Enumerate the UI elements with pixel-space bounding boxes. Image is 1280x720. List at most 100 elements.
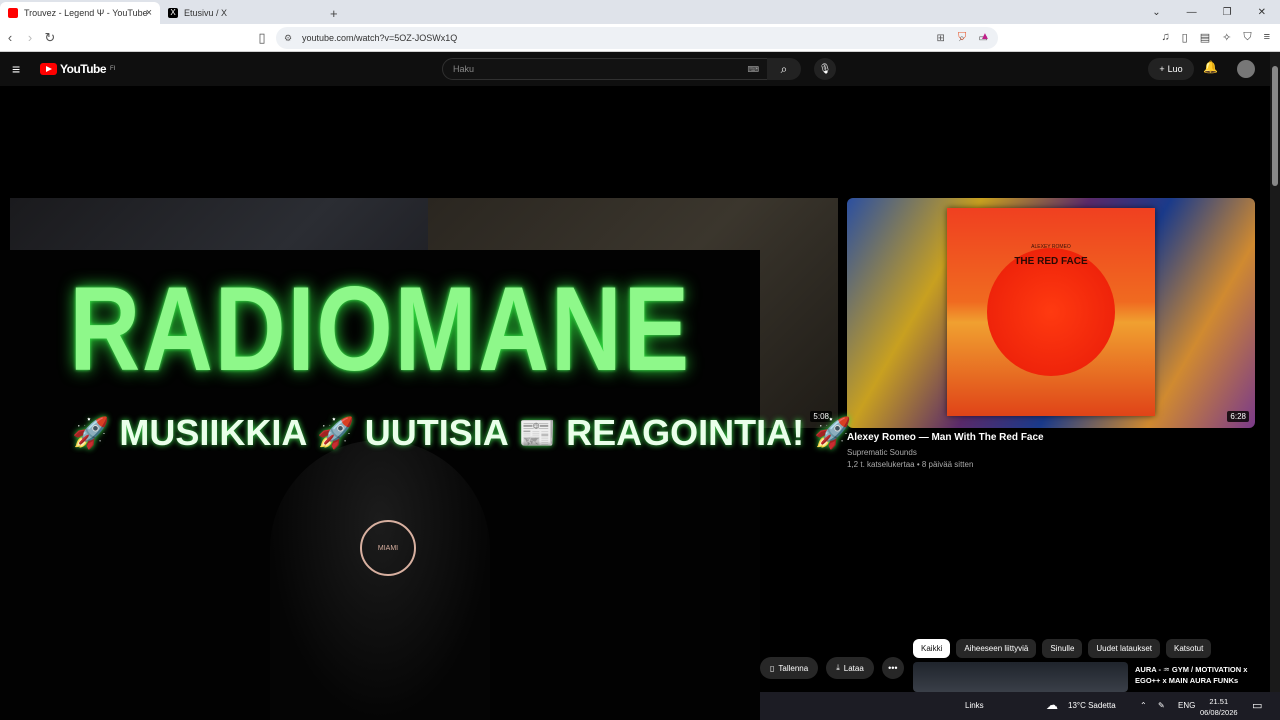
close-icon[interactable]: ✕ [1258,7,1266,18]
youtube-header: ≡ YouTube FI Haku ⌨ ⌕ 🎙 + Luo 🔔 [0,52,1270,86]
save-button[interactable]: ▯ Tallenna [760,657,819,679]
leo-icon[interactable]: ✧ [1222,31,1231,44]
clock-date: 06/08/2026 [1200,708,1238,717]
related-video-thumbnail[interactable] [913,662,1128,692]
video-thumbnail[interactable]: ALEXEY ROMEO THE RED FACE 6:28 [847,198,1255,428]
create-label: Luo [1167,64,1183,74]
clock[interactable]: 21.51 06/08/2026 [1200,696,1238,718]
weather-text[interactable]: 13°C Sadetta [1068,701,1116,710]
close-tab-icon[interactable]: × [146,7,152,19]
avatar[interactable] [1237,60,1255,78]
search-button[interactable]: ⌕ [767,58,801,80]
video-meta: 1,2 t. katselukertaa • 8 päivää sitten [847,460,974,469]
taskbar: Links ☁ 13°C Sadetta ⌃ ✎ ENG 21.51 06/08… [760,692,1280,720]
chip-new[interactable]: Uudet lataukset [1088,639,1160,658]
microphone-icon: 🎙 [818,63,832,75]
youtube-logo[interactable]: YouTube FI [40,62,115,76]
search-input[interactable]: Haku ⌨ [442,58,768,80]
newspaper-icon: 📰 [518,416,557,450]
youtube-favicon-icon [8,8,18,18]
x-favicon-icon: X [168,8,178,18]
vpn-icon[interactable]: ⛉ [1243,31,1251,44]
window-controls: ⌄ — ❐ ✕ [1152,0,1280,24]
channel-name[interactable]: Suprematic Sounds [847,448,917,457]
notification-center-icon[interactable]: ▭ [1252,699,1262,712]
tab-bar: Trouvez - Legend Ψ - YouTube × X Etusivu… [0,0,1280,24]
keyboard-icon[interactable]: ⌨ [747,65,759,74]
youtube-play-icon [40,63,57,75]
tagline-item: UUTISIA [364,412,509,453]
tab-title: Etusivu / X [184,8,228,18]
tab-youtube[interactable]: Trouvez - Legend Ψ - YouTube × [0,2,160,24]
media-icon[interactable]: ♫ [1161,31,1169,44]
toolbar-right: ♫ ▯ ▤ ✧ ⛉ ≡ [1161,31,1270,44]
forward-icon[interactable]: › [20,30,40,45]
tagline-item: REAGOINTIA! [566,412,805,453]
related-video-title[interactable]: AURA - ♒ GYM / MOTIVATION x EGO++ x MAIN… [1135,664,1265,686]
restore-icon[interactable]: ❐ [1223,7,1232,18]
search-placeholder: Haku [453,64,475,74]
clock-time: 21.51 [1209,697,1229,706]
new-tab-button[interactable]: + [330,2,338,24]
bookmark-icon: ▯ [770,663,775,673]
chevron-down-icon[interactable]: ⌄ [1152,7,1160,18]
hamburger-menu-icon[interactable]: ≡ [12,61,20,77]
more-actions-button[interactable]: ••• [881,657,904,679]
rewards-icon[interactable]: ▲ [980,31,990,42]
region-code: FI [110,66,116,72]
page-scrollbar[interactable] [1270,52,1280,692]
overlay-brand: RADIOMANE [69,262,691,396]
url-field[interactable]: ⚙ youtube.com/watch?v=5OZ-JOSWx1Q ⊞ ⌕ ▭ [276,27,998,49]
translate-icon[interactable]: ⊞ [937,33,945,44]
rocket-icon: 🚀 [317,416,355,450]
notifications-bell-icon[interactable]: 🔔 [1203,60,1218,74]
tab-title: Trouvez - Legend Ψ - YouTube [24,8,148,18]
duration-badge: 6:28 [1227,411,1249,422]
chip-for-you[interactable]: Sinulle [1042,639,1083,658]
video-title[interactable]: Alexey Romeo — Man With The Red Face [847,432,1044,443]
pen-icon[interactable]: ✎ [1158,701,1165,710]
url-text: youtube.com/watch?v=5OZ-JOSWx1Q [302,33,458,43]
rocket-icon: 🚀 [814,416,852,450]
site-info-icon[interactable]: ⚙ [284,33,292,44]
download-label: Lataa [843,663,864,673]
streamer-silhouette: MIAMI [270,440,490,720]
tagline-item: MUSIIKKIA [119,412,308,453]
tray-chevron-icon[interactable]: ⌃ [1140,701,1147,710]
download-button[interactable]: ⤓ Lataa [826,657,874,679]
weather-icon: ☁ [1046,698,1058,712]
links-toolbar[interactable]: Links [965,701,984,710]
language-indicator[interactable]: ENG [1178,701,1195,710]
reload-icon[interactable]: ↻ [40,30,60,46]
bookmark-icon[interactable]: ▯ [252,30,272,46]
chip-related[interactable]: Aiheeseen liittyviä [956,639,1037,658]
cap-logo: MIAMI [360,520,416,576]
cover-artist: ALEXEY ROMEO [1031,244,1071,250]
download-icon: ⤓ [836,663,840,672]
chip-watched[interactable]: Katsotut [1166,639,1212,658]
brave-shield-icon[interactable]: ⛉ [958,31,966,44]
plus-icon: + [1159,64,1165,74]
create-button[interactable]: + Luo [1148,58,1194,80]
chip-all[interactable]: Kaikki [913,639,951,658]
back-icon[interactable]: ‹ [0,30,20,45]
menu-icon[interactable]: ≡ [1264,31,1270,44]
address-bar: ‹ › ↻ ▯ ⚙ youtube.com/watch?v=5OZ-JOSWx1… [0,24,1280,52]
album-cover: ALEXEY ROMEO THE RED FACE [947,208,1155,416]
overlay-tagline: 🚀 MUSIIKKIA 🚀 UUTISIA 📰 REAGOINTIA! 🚀 [72,412,851,454]
search-icon: ⌕ [780,61,788,76]
wallet-icon[interactable]: ▤ [1200,31,1210,44]
stream-overlay: MIAMI RADIOMANE 🚀 MUSIIKKIA 🚀 UUTISIA 📰 … [0,250,851,720]
more-icon: ••• [888,663,898,673]
rocket-icon: 🚀 [72,416,110,450]
filter-chips: Kaikki Aiheeseen liittyviä Sinulle Uudet… [913,639,1212,658]
tab-x[interactable]: X Etusivu / X [160,2,320,24]
sidebar-icon[interactable]: ▯ [1182,31,1188,44]
minimize-icon[interactable]: — [1187,7,1197,18]
red-sun [987,248,1115,376]
video-actions: ▯ Tallenna ⤓ Lataa ••• [760,657,904,679]
logo-text: YouTube [60,62,107,76]
cover-title: THE RED FACE [1014,256,1088,267]
scrollbar-thumb[interactable] [1272,66,1278,186]
voice-search-button[interactable]: 🎙 [814,58,836,80]
